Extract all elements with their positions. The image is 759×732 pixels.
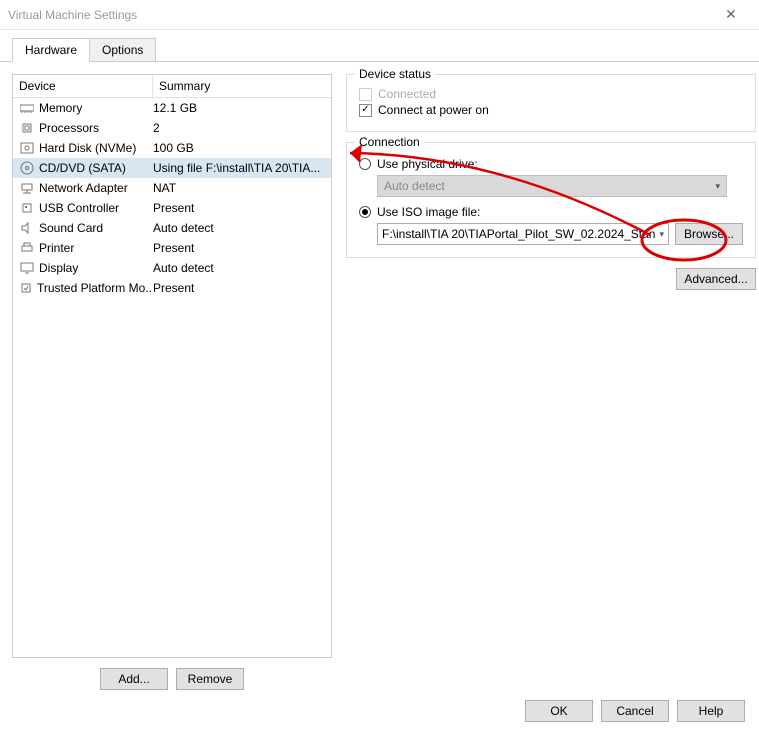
status-title: Device status [355, 67, 435, 81]
browse-button[interactable]: Browse... [675, 223, 743, 245]
window-title: Virtual Machine Settings [8, 8, 711, 22]
col-summary[interactable]: Summary [153, 75, 331, 97]
sound-icon [19, 220, 35, 236]
radio-icon [359, 206, 371, 218]
connected-checkbox: Connected [359, 87, 743, 101]
row-memory[interactable]: Memory 12.1 GB [13, 98, 331, 118]
tab-options[interactable]: Options [89, 38, 156, 62]
add-button[interactable]: Add... [100, 668, 168, 690]
row-harddisk[interactable]: Hard Disk (NVMe) 100 GB [13, 138, 331, 158]
table-header: Device Summary [13, 75, 331, 98]
network-icon [19, 180, 35, 196]
remove-button[interactable]: Remove [176, 668, 244, 690]
device-status-group: Device status Connected ✓ Connect at pow… [346, 74, 756, 132]
row-display[interactable]: Display Auto detect [13, 258, 331, 278]
physical-drive-dropdown: Auto detect ▾ [377, 175, 727, 197]
row-cddvd[interactable]: CD/DVD (SATA) Using file F:\install\TIA … [13, 158, 331, 178]
chevron-down-icon: ▾ [715, 181, 720, 192]
row-usb[interactable]: USB Controller Present [13, 198, 331, 218]
connection-group: Connection Use physical drive: Auto dete… [346, 142, 756, 258]
close-icon[interactable]: ✕ [711, 6, 751, 23]
row-processors[interactable]: Processors 2 [13, 118, 331, 138]
row-sound[interactable]: Sound Card Auto detect [13, 218, 331, 238]
tabs: Hardware Options [12, 38, 759, 62]
checkbox-icon: ✓ [359, 104, 372, 117]
row-printer[interactable]: Printer Present [13, 238, 331, 258]
row-tpm[interactable]: Trusted Platform Mo... Present [13, 278, 331, 298]
col-device[interactable]: Device [13, 75, 153, 97]
printer-icon [19, 240, 35, 256]
advanced-button[interactable]: Advanced... [676, 268, 756, 290]
iso-path-input[interactable]: F:\install\TIA 20\TIAPortal_Pilot_SW_02.… [377, 223, 669, 245]
radio-icon [359, 158, 371, 170]
chevron-down-icon: ▾ [655, 229, 664, 240]
connection-title: Connection [355, 135, 424, 149]
usb-icon [19, 200, 35, 216]
iso-radio[interactable]: Use ISO image file: [359, 205, 743, 219]
tab-hardware[interactable]: Hardware [12, 38, 90, 62]
display-icon [19, 260, 35, 276]
physical-drive-radio[interactable]: Use physical drive: [359, 157, 743, 171]
tpm-icon [19, 280, 33, 296]
titlebar: Virtual Machine Settings ✕ [0, 0, 759, 30]
help-button[interactable]: Help [677, 700, 745, 722]
disk-icon [19, 140, 35, 156]
cancel-button[interactable]: Cancel [601, 700, 669, 722]
cd-icon [19, 160, 35, 176]
footer: OK Cancel Help [511, 690, 759, 732]
memory-icon [19, 100, 35, 116]
device-table: Device Summary Memory 12.1 GB Processors… [12, 74, 332, 658]
connect-poweron-checkbox[interactable]: ✓ Connect at power on [359, 103, 743, 117]
ok-button[interactable]: OK [525, 700, 593, 722]
checkbox-icon [359, 88, 372, 101]
cpu-icon [19, 120, 35, 136]
row-network[interactable]: Network Adapter NAT [13, 178, 331, 198]
